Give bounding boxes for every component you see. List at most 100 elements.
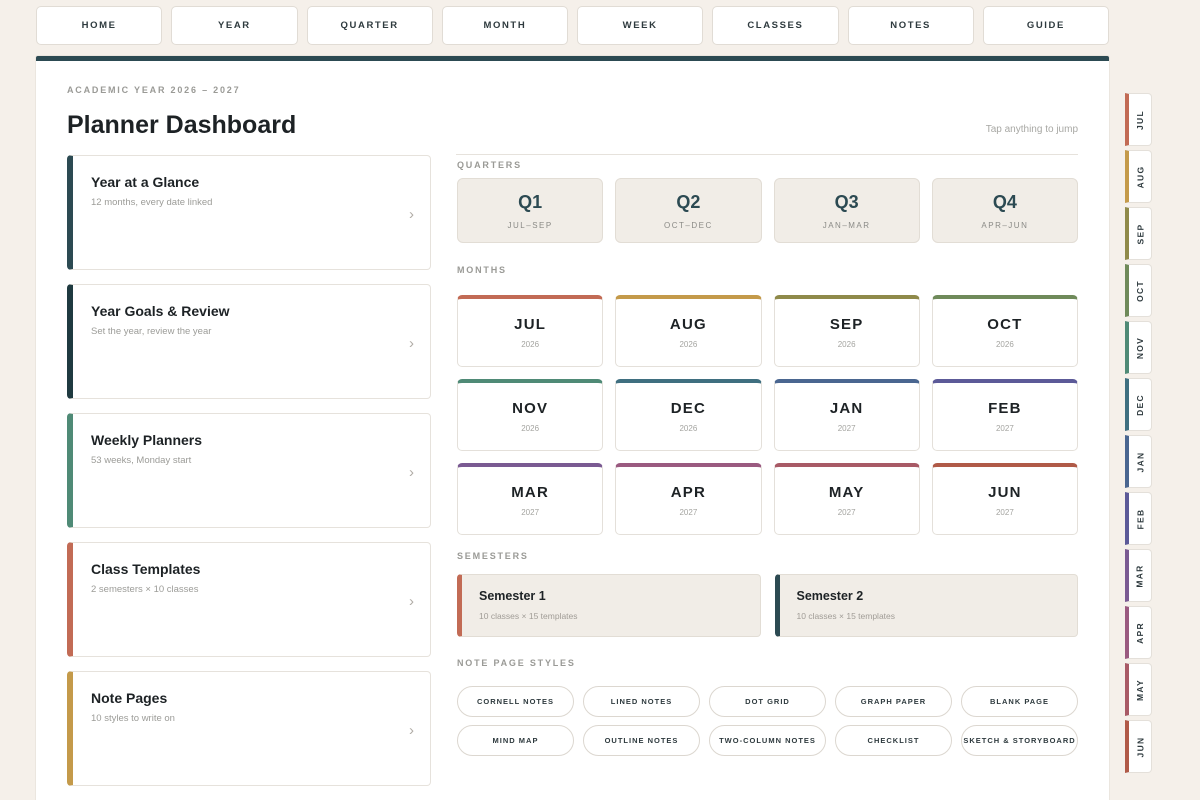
header-divider (456, 154, 1078, 155)
tab-guide[interactable]: GUIDE (982, 6, 1109, 45)
month-jun[interactable]: JUN 2027 (931, 463, 1078, 535)
side-tab-jan[interactable]: JAN (1125, 435, 1152, 488)
side-tab-apr[interactable]: APR (1125, 606, 1152, 659)
side-tab-mar[interactable]: MAR (1125, 549, 1152, 602)
month-name: SEP (829, 316, 864, 333)
note-style-blank-page[interactable]: BLANK PAGE (961, 686, 1078, 717)
card-subtitle: 2 semesters × 10 classes (91, 584, 199, 595)
card-subtitle: Set the year, review the year (91, 326, 212, 337)
note-style-outline[interactable]: OUTLINE NOTES (583, 725, 700, 756)
side-tab-nov[interactable]: NOV (1125, 321, 1152, 374)
month-aug[interactable]: AUG 2026 (615, 295, 762, 367)
month-name: MAY (828, 484, 865, 501)
quarter-q2[interactable]: Q2 OCT–DEC (615, 178, 762, 243)
month-name: JUL (514, 316, 547, 333)
card-weekly-planners[interactable]: Weekly Planners 53 weeks, Monday start › (67, 413, 431, 528)
semesters-heading: SEMESTERS (457, 551, 529, 561)
card-year-goals-review[interactable]: Year Goals & Review Set the year, review… (67, 284, 431, 399)
quarter-range: OCT–DEC (664, 220, 713, 230)
side-tab-label: AUG (1135, 165, 1146, 188)
chevron-right-icon: › (409, 722, 414, 739)
side-tab-aug[interactable]: AUG (1125, 150, 1152, 203)
month-mar[interactable]: MAR 2027 (457, 463, 604, 535)
side-tab-label: MAY (1135, 678, 1146, 701)
semester-subtitle: 10 classes × 15 templates (796, 611, 896, 621)
semester-subtitle: 10 classes × 15 templates (479, 611, 578, 621)
month-feb[interactable]: FEB 2027 (931, 379, 1078, 451)
month-name: APR (670, 484, 707, 501)
section-cards: Year at a Glance 12 months, every date l… (67, 155, 431, 800)
card-subtitle: 10 styles to write on (91, 713, 175, 724)
side-tab-label: APR (1134, 621, 1145, 644)
quarters-heading: QUARTERS (457, 160, 522, 170)
tab-notes[interactable]: NOTES (847, 6, 974, 45)
months-grid: JUL 2026 AUG 2026 SEP 2026 OCT 2026 NOV 2026 … (457, 295, 1078, 535)
month-dec[interactable]: DEC 2026 (615, 379, 762, 451)
side-tab-jun[interactable]: JUN (1125, 720, 1152, 773)
quarter-range: JUL–SEP (507, 220, 553, 230)
month-year: 2026 (837, 340, 856, 349)
top-nav: HOME YEAR QUARTER MONTH WEEK CLASSES NOT… (36, 6, 1109, 45)
side-tab-label: JAN (1135, 451, 1145, 472)
page-title: Planner Dashboard (67, 111, 297, 139)
month-name: FEB (988, 400, 1022, 417)
note-style-mind-map[interactable]: MIND MAP (457, 725, 574, 756)
month-year: 2026 (679, 424, 698, 433)
note-style-checklist[interactable]: CHECKLIST (835, 725, 952, 756)
month-jan[interactable]: JAN 2027 (773, 379, 920, 451)
note-style-cornell[interactable]: CORNELL NOTES (457, 686, 574, 717)
quarter-name: Q4 (992, 191, 1017, 212)
month-year: 2027 (995, 508, 1014, 517)
month-name: JAN (829, 400, 864, 417)
tab-week[interactable]: WEEK (577, 6, 704, 45)
side-tab-oct[interactable]: OCT (1125, 264, 1152, 317)
quarter-q1[interactable]: Q1 JUL–SEP (457, 178, 604, 243)
month-sep[interactable]: SEP 2026 (773, 295, 920, 367)
side-tab-jul[interactable]: JUL (1125, 93, 1152, 146)
month-year: 2027 (995, 424, 1014, 433)
note-style-lined[interactable]: LINED NOTES (583, 686, 700, 717)
card-note-pages[interactable]: Note Pages 10 styles to write on › (67, 671, 431, 786)
card-year-at-a-glance[interactable]: Year at a Glance 12 months, every date l… (67, 155, 431, 270)
tab-year[interactable]: YEAR (171, 6, 298, 45)
month-year: 2026 (521, 340, 540, 349)
side-tab-may[interactable]: MAY (1125, 663, 1152, 716)
month-side-tabs: JUL AUG SEP OCT NOV DEC JAN FEB MAR APR … (1125, 93, 1152, 773)
month-jul[interactable]: JUL 2026 (457, 295, 604, 367)
quarter-q4[interactable]: Q4 APR–JUN (931, 178, 1078, 243)
quarter-range: APR–JUN (981, 220, 1029, 230)
tab-quarter[interactable]: QUARTER (306, 6, 433, 45)
quarter-q3[interactable]: Q3 JAN–MAR (773, 178, 920, 243)
semester-1[interactable]: Semester 1 10 classes × 15 templates (457, 574, 761, 637)
note-style-graph-paper[interactable]: GRAPH PAPER (835, 686, 952, 717)
side-tab-label: FEB (1135, 508, 1145, 529)
quarter-name: Q3 (834, 191, 859, 212)
side-tab-sep[interactable]: SEP (1125, 207, 1152, 260)
tab-home[interactable]: HOME (36, 6, 163, 45)
side-tab-label: SEP (1134, 223, 1145, 244)
tab-month[interactable]: MONTH (441, 6, 568, 45)
note-style-sketch-storyboard[interactable]: SKETCH & STORYBOARD (961, 725, 1078, 756)
side-tab-dec[interactable]: DEC (1125, 378, 1152, 431)
chevron-right-icon: › (409, 206, 414, 223)
note-style-two-column[interactable]: TWO-COLUMN NOTES (709, 725, 826, 756)
card-subtitle: 53 weeks, Monday start (91, 455, 192, 466)
side-tab-label: OCT (1135, 279, 1145, 302)
month-year: 2026 (995, 340, 1014, 349)
month-apr[interactable]: APR 2027 (615, 463, 762, 535)
note-styles-heading: NOTE PAGE STYLES (457, 658, 576, 668)
month-may[interactable]: MAY 2027 (773, 463, 920, 535)
month-year: 2027 (837, 424, 856, 433)
semester-2[interactable]: Semester 2 10 classes × 15 templates (774, 574, 1078, 637)
month-nov[interactable]: NOV 2026 (457, 379, 604, 451)
card-class-templates[interactable]: Class Templates 2 semesters × 10 classes… (67, 542, 431, 657)
chevron-right-icon: › (409, 593, 414, 610)
note-style-dot-grid[interactable]: DOT GRID (709, 686, 826, 717)
month-oct[interactable]: OCT 2026 (931, 295, 1078, 367)
semester-name: Semester 2 (796, 589, 864, 603)
month-year: 2027 (837, 508, 856, 517)
side-tab-label: MAR (1135, 563, 1146, 588)
chevron-right-icon: › (409, 464, 414, 481)
tab-classes[interactable]: CLASSES (712, 6, 839, 45)
side-tab-feb[interactable]: FEB (1125, 492, 1152, 545)
